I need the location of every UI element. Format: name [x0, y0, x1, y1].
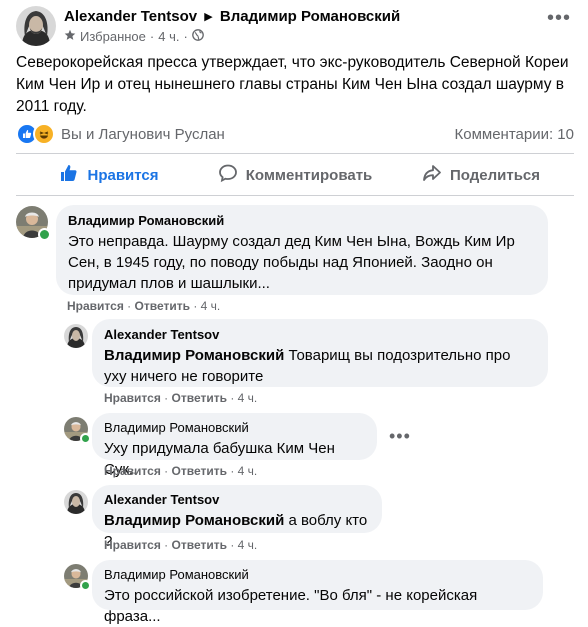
separator: · — [230, 391, 235, 405]
star-icon — [64, 29, 76, 44]
post-audience[interactable]: Избранное — [80, 29, 146, 44]
separator: · — [183, 29, 188, 44]
reply-bubble: Alexander Tentsov Владимир Романовский Т… — [92, 319, 548, 387]
post-meta: Избранное · 4 ч. · — [64, 29, 204, 44]
post-time[interactable]: 4 ч. — [158, 29, 179, 44]
comment-actions: Нравится · Ответить · 4 ч. — [104, 464, 257, 478]
comment-like-button[interactable]: Нравится — [104, 391, 161, 405]
reactions-summary[interactable]: Вы и Лагунович Руслан — [16, 123, 225, 145]
reply-author[interactable]: Alexander Tentsov — [104, 492, 370, 508]
comment-like-button[interactable]: Нравится — [104, 538, 161, 552]
online-status-dot — [80, 433, 91, 444]
separator: · — [230, 464, 235, 478]
reply-author[interactable]: Владимир Романовский — [104, 567, 531, 583]
like-button-label: Нравится — [87, 166, 159, 184]
online-status-dot — [80, 580, 91, 591]
divider — [16, 195, 574, 196]
reactions-text[interactable]: Вы и Лагунович Руслан — [61, 126, 225, 143]
comment-reply-button[interactable]: Ответить — [135, 299, 190, 313]
comment-icon — [218, 163, 238, 187]
post-author-avatar[interactable] — [16, 6, 56, 46]
share-icon — [422, 163, 442, 187]
post-actions: Нравится Комментировать Поделиться — [16, 157, 574, 193]
comment-time[interactable]: 4 ч. — [238, 391, 258, 405]
separator: · — [230, 538, 235, 552]
divider — [16, 153, 574, 154]
separator: · — [164, 391, 169, 405]
reply-bubble: Владимир Романовский Уху придумала бабуш… — [92, 413, 377, 478]
post-author-name[interactable]: Alexander Tentsov — [64, 8, 197, 25]
globe-icon — [191, 29, 204, 44]
comment-author[interactable]: Владимир Романовский — [68, 213, 536, 229]
mention-link[interactable]: Владимир Романовский — [104, 347, 284, 364]
more-icon[interactable]: ••• — [546, 8, 572, 32]
comment-time[interactable]: 4 ч. — [201, 299, 221, 313]
separator: · — [164, 538, 169, 552]
comment-actions: Нравится · Ответить · 4 ч. — [67, 299, 220, 313]
comment-bubble: Владимир Романовский Это неправда. Шаурм… — [56, 205, 548, 295]
post-text: Северокорейская пресса утверждает, что э… — [16, 54, 569, 115]
comment-like-button[interactable]: Нравится — [67, 299, 124, 313]
post-target-name[interactable]: Владимир Романовский — [220, 8, 400, 25]
mention-link[interactable]: Владимир Романовский — [104, 512, 284, 529]
like-button[interactable]: Нравится — [16, 157, 202, 193]
comment-reply-button[interactable]: Ответить — [172, 391, 227, 405]
thumbs-up-icon — [59, 163, 79, 187]
commenter-avatar[interactable] — [64, 490, 88, 514]
comment-button[interactable]: Комментировать — [202, 157, 388, 193]
reply-text: Это российской изобретение. "Во бля" - н… — [104, 587, 478, 625]
reactions-row: Вы и Лагунович Руслан Комментарии: 10 — [16, 123, 574, 145]
more-icon[interactable]: ••• — [389, 426, 411, 447]
reply-author[interactable]: Владимир Романовский — [104, 420, 365, 436]
caret-right-icon: ▶ — [204, 11, 213, 23]
comment-reply-button[interactable]: Ответить — [172, 464, 227, 478]
post-author-line: Alexander Tentsov ▶ Владимир Романовский — [64, 8, 400, 25]
comment-like-button[interactable]: Нравится — [104, 464, 161, 478]
comment-time[interactable]: 4 ч. — [238, 464, 258, 478]
haha-reaction-icon — [33, 123, 55, 145]
separator: · — [164, 464, 169, 478]
reply-text: Владимир Романовский Товарищ вы подозрит… — [104, 345, 536, 387]
comment-time[interactable]: 4 ч. — [238, 538, 258, 552]
comment-text: Это неправда. Шаурму создал дед Ким Чен … — [68, 233, 515, 292]
separator: · — [149, 29, 155, 44]
reply-bubble: Владимир Романовский Это российской изоб… — [92, 560, 543, 625]
share-button[interactable]: Поделиться — [388, 157, 574, 193]
reply-bubble: Alexander Tentsov Владимир Романовский а… — [92, 485, 382, 550]
share-button-label: Поделиться — [449, 166, 541, 184]
comment-reply-button[interactable]: Ответить — [172, 538, 227, 552]
commenter-avatar[interactable] — [64, 324, 88, 348]
comments-count[interactable]: Комментарии: 10 — [455, 126, 575, 143]
online-status-dot — [38, 228, 51, 241]
separator: · — [127, 299, 132, 313]
reply-author[interactable]: Alexander Tentsov — [104, 327, 536, 343]
comment-actions: Нравится · Ответить · 4 ч. — [104, 391, 257, 405]
comment-actions: Нравится · Ответить · 4 ч. — [104, 538, 257, 552]
separator: · — [193, 299, 198, 313]
comment-button-label: Комментировать — [245, 166, 373, 184]
